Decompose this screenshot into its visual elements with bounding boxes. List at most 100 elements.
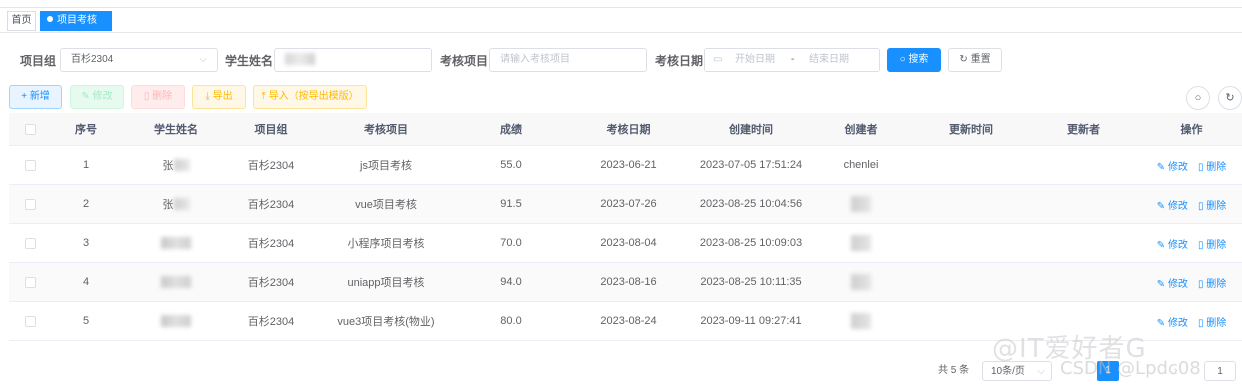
refresh-icon: ↻	[959, 54, 968, 65]
row-group: 百杉2304	[247, 316, 295, 328]
col-header: 项目组	[254, 124, 288, 136]
row-group: 百杉2304	[247, 160, 295, 172]
row-checkbox[interactable]	[24, 276, 36, 288]
row-no: 3	[82, 237, 90, 249]
group-select[interactable]: 百杉2304 ⌵	[60, 48, 218, 72]
search-button[interactable]: ○ 搜索	[887, 48, 941, 72]
row-date: 2023-08-16	[600, 276, 657, 288]
col-header: 更新时间	[949, 124, 993, 136]
watermark-csdn: CSDN @Lpdc08	[1060, 358, 1201, 379]
row-checkbox[interactable]	[24, 159, 36, 171]
row-date: 2023-08-24	[600, 315, 657, 327]
row-group: 百杉2304	[247, 277, 295, 289]
row-creator	[806, 263, 916, 301]
row-edit-button[interactable]: ✎ 修改	[1157, 197, 1188, 212]
row-student-name: 张	[121, 146, 231, 184]
export-button[interactable]: ⤓ 导出	[192, 85, 246, 109]
row-delete-button[interactable]: ▯ 删除	[1198, 236, 1226, 251]
add-button-label: 新增	[29, 91, 50, 102]
row-date: 2023-08-04	[600, 237, 657, 249]
row-no: 1	[82, 159, 90, 171]
row-actions: ✎ 修改 ▯ 删除	[1141, 302, 1242, 340]
date-separator: -	[791, 54, 795, 65]
tags-view: 首页 项目考核×	[0, 0, 1242, 44]
row-checkbox[interactable]	[24, 237, 36, 249]
row-created-time: 2023-08-25 10:09:03	[699, 237, 803, 249]
row-project: vue3项目考核(物业)	[337, 316, 435, 328]
redacted-name	[285, 53, 315, 66]
row-delete-button[interactable]: ▯ 删除	[1198, 158, 1226, 173]
col-header: 创建者	[844, 124, 878, 136]
row-creator: chenlei	[843, 159, 879, 171]
row-actions: ✎ 修改 ▯ 删除	[1141, 224, 1242, 262]
row-score: 94.0	[500, 276, 522, 288]
page-size-value: 10条/页	[991, 366, 1025, 377]
edit-button[interactable]: ✎ 修改	[70, 85, 124, 109]
search-icon: ○	[899, 54, 906, 65]
student-name-label: 学生姓名	[225, 54, 274, 68]
import-button-label: 导入（按导出模版）	[268, 91, 359, 102]
goto-page-input[interactable]: 1	[1204, 361, 1236, 381]
tab-home[interactable]: 首页	[7, 11, 36, 31]
trash-icon: ▯	[143, 91, 150, 102]
export-button-label: 导出	[212, 91, 233, 102]
row-edit-button[interactable]: ✎ 修改	[1157, 236, 1188, 251]
data-table: 序号 学生姓名 项目组 考核项目 成绩 考核日期 创建时间 创建者 更新时间 更…	[9, 113, 1242, 341]
table-row: 2 张 百杉2304 vue项目考核 91.5 2023-07-26 2023-…	[9, 185, 1242, 224]
search-icon: ○	[1194, 92, 1202, 104]
chevron-down-icon: ⌵	[1037, 366, 1045, 377]
close-icon[interactable]: ×	[52, 34, 57, 44]
col-header: 学生姓名	[154, 124, 198, 136]
toggle-search-button[interactable]: ○	[1186, 86, 1210, 110]
row-delete-button[interactable]: ▯ 删除	[1198, 197, 1226, 212]
group-select-value: 百杉2304	[71, 54, 114, 65]
row-student-name	[121, 224, 231, 262]
date-end-input[interactable]: 结束日期	[809, 49, 849, 71]
row-edit-button[interactable]: ✎ 修改	[1157, 158, 1188, 173]
col-header: 更新者	[1067, 124, 1100, 136]
student-name-input[interactable]	[274, 48, 432, 72]
col-header: 考核日期	[606, 124, 651, 136]
col-header: 操作	[1180, 124, 1203, 136]
import-button[interactable]: ⤒ 导入（按导出模版）	[253, 85, 367, 109]
row-student-name: 张	[121, 185, 231, 223]
row-created-time: 2023-08-25 10:04:56	[699, 198, 803, 210]
add-button[interactable]: + 新增	[9, 85, 62, 109]
row-created-time: 2023-07-05 17:51:24	[699, 159, 803, 171]
row-delete-button[interactable]: ▯ 删除	[1198, 314, 1226, 329]
row-edit-button[interactable]: ✎ 修改	[1157, 314, 1188, 329]
row-checkbox[interactable]	[24, 198, 36, 210]
reset-button-label: 重置	[970, 54, 991, 65]
refresh-button[interactable]: ↻	[1218, 86, 1242, 110]
reset-button[interactable]: ↻ 重置	[948, 48, 1002, 72]
row-created-time: 2023-08-25 10:11:35	[700, 276, 802, 288]
row-project: vue项目考核	[355, 199, 417, 211]
row-creator	[806, 185, 916, 223]
row-edit-button[interactable]: ✎ 修改	[1157, 275, 1188, 290]
tab-project-assessment[interactable]: 项目考核×	[40, 11, 112, 44]
date-range-picker[interactable]: ▭ 开始日期 - 结束日期	[704, 48, 880, 72]
row-creator	[806, 302, 916, 340]
date-start-input[interactable]: 开始日期	[735, 49, 775, 71]
download-icon: ⤓	[205, 91, 210, 102]
delete-button[interactable]: ▯ 删除	[131, 85, 185, 109]
row-actions: ✎ 修改 ▯ 删除	[1141, 263, 1242, 301]
table-row: 4 百杉2304 uniapp项目考核 94.0 2023-08-16 2023…	[9, 263, 1242, 302]
date-label: 考核日期	[655, 54, 704, 68]
select-all-checkbox[interactable]	[9, 113, 51, 145]
row-group: 百杉2304	[247, 199, 295, 211]
row-creator	[806, 224, 916, 262]
active-dot-icon	[47, 16, 53, 22]
row-score: 80.0	[500, 315, 522, 327]
row-delete-button[interactable]: ▯ 删除	[1198, 275, 1226, 290]
col-header: 创建时间	[729, 124, 773, 136]
refresh-icon: ↻	[1225, 92, 1235, 104]
row-checkbox[interactable]	[24, 315, 36, 327]
project-input[interactable]: 请输入考核项目	[489, 48, 647, 72]
search-button-label: 搜索	[908, 54, 929, 65]
checkbox[interactable]	[24, 123, 36, 135]
project-label: 考核项目	[440, 54, 489, 68]
row-date: 2023-07-26	[600, 198, 657, 210]
row-no: 4	[82, 276, 90, 288]
row-score: 91.5	[500, 198, 522, 210]
